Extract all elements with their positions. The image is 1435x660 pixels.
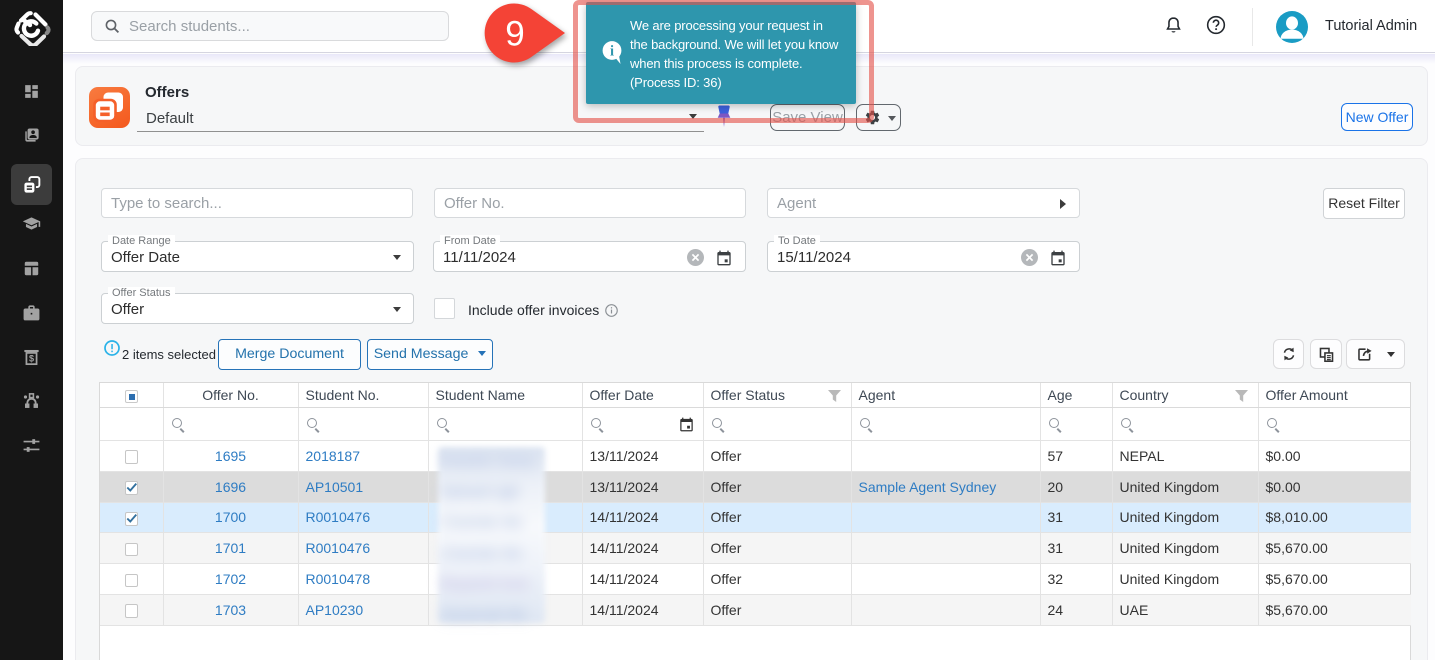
svg-text:$: $	[29, 353, 34, 363]
svg-text:9: 9	[505, 15, 524, 54]
